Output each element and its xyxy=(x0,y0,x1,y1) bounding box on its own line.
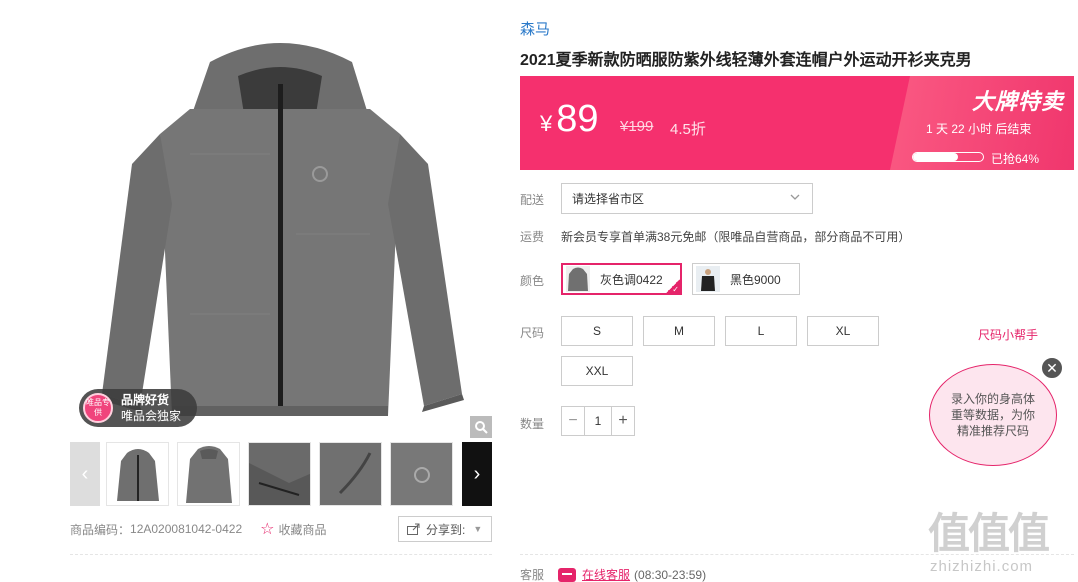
sold-progress-text: 已抢64% xyxy=(991,152,1040,166)
thumbnail-1[interactable] xyxy=(106,442,169,506)
sku-label: 商品编码： xyxy=(70,522,131,537)
brand-link[interactable]: 森马 xyxy=(520,18,550,39)
shipping-label: 运费 xyxy=(520,230,545,244)
size-option-xl[interactable]: XL xyxy=(807,316,879,346)
star-icon: ☆ xyxy=(260,521,275,538)
region-select-value: 请选择省市区 xyxy=(572,192,645,206)
currency-symbol: ¥ xyxy=(540,111,553,136)
price-value: 89 xyxy=(556,98,599,140)
site-watermark: 值值值 zhizhizhi.com xyxy=(928,500,1074,580)
thumbnail-4[interactable] xyxy=(319,442,382,506)
thumbnail-next-button[interactable]: › xyxy=(462,442,492,506)
sale-title: 大牌特卖 xyxy=(972,89,1065,114)
price-banner: ¥ 89 ¥199 4.5折 大牌特卖 1 天 22 小时 后结束 已抢64% xyxy=(520,76,1074,170)
original-price: ¥199 xyxy=(620,118,654,135)
product-title: 2021夏季新款防晒服防紫外线轻薄外套连帽户外运动开衫夹克男 xyxy=(520,52,972,69)
size-helper-bubble[interactable]: 录入你的身高体重等数据，为你精准推荐尺码 xyxy=(929,364,1057,466)
vip-exclusive-icon: 唯品专供 xyxy=(83,393,113,423)
color-label: 颜色 xyxy=(520,274,545,288)
caret-down-icon: ▼ xyxy=(473,524,483,534)
shipping-text: 新会员专享首单满38元免邮（限唯品自营商品，部分商品不可用） xyxy=(561,230,911,244)
quantity-stepper: − 1 + xyxy=(561,406,635,436)
delivery-label: 配送 xyxy=(520,193,545,207)
brand-exclusive-badge: 唯品专供 品牌好货 唯品会独家 xyxy=(79,389,197,427)
zoom-icon[interactable] xyxy=(470,416,492,438)
color-option-black[interactable]: 黑色9000 xyxy=(692,263,800,295)
thumbnail-strip: ‹ › xyxy=(70,442,492,506)
current-price: ¥ 89 xyxy=(540,98,599,141)
thumbnail-5[interactable] xyxy=(390,442,453,506)
quantity-label: 数量 xyxy=(520,417,545,431)
color-swatch-black xyxy=(696,266,720,292)
quantity-input[interactable]: 1 xyxy=(584,407,612,435)
countdown-timer: 1 天 22 小时 后结束 xyxy=(926,122,1032,136)
size-label: 尺码 xyxy=(520,326,545,340)
badge-title: 品牌好货 xyxy=(121,393,170,407)
chat-icon xyxy=(558,567,577,582)
color-option-label: 灰色调0422 xyxy=(600,272,663,287)
size-option-l[interactable]: L xyxy=(725,316,797,346)
size-helper-link[interactable]: 尺码小帮手 xyxy=(978,326,1038,343)
size-helper-text: 录入你的身高体重等数据，为你精准推荐尺码 xyxy=(950,392,1035,438)
region-select[interactable]: 请选择省市区 xyxy=(561,183,813,214)
online-service-link[interactable]: 在线客服 xyxy=(582,566,630,582)
color-swatch-gray xyxy=(566,266,590,292)
quantity-minus-button[interactable]: − xyxy=(562,407,584,435)
right-divider xyxy=(520,554,1074,555)
color-option-label: 黑色9000 xyxy=(730,272,781,287)
size-option-m[interactable]: M xyxy=(643,316,715,346)
watermark-url: zhizhizhi.com xyxy=(930,558,1034,575)
selected-check-icon: ✓ xyxy=(666,279,680,293)
close-icon[interactable]: ✕ xyxy=(1040,356,1064,380)
size-option-s[interactable]: S xyxy=(561,316,633,346)
service-hours: (08:30-23:59) xyxy=(634,567,707,582)
sold-progress-fill xyxy=(913,153,958,161)
thumbnail-prev-button[interactable]: ‹ xyxy=(70,442,100,506)
size-option-xxl[interactable]: XXL xyxy=(561,356,633,386)
customer-service-row: 客服 在线客服 (08:30-23:59) xyxy=(520,566,706,582)
badge-subtitle: 唯品会独家 xyxy=(121,409,182,423)
color-option-gray[interactable]: 灰色调0422 ✓ xyxy=(561,263,682,295)
quantity-plus-button[interactable]: + xyxy=(612,407,634,435)
favorite-label: 收藏商品 xyxy=(278,522,327,537)
sku-value: 12A020081042-0422 xyxy=(130,522,243,536)
watermark-logo: 值值值 xyxy=(928,510,1050,557)
share-label: 分享到: xyxy=(426,522,466,537)
chevron-down-icon xyxy=(790,192,800,205)
left-divider xyxy=(70,554,492,555)
share-dropdown[interactable]: 分享到: ▼ xyxy=(398,516,492,542)
product-meta-row: 商品编码： 12A020081042-0422 ☆ 收藏商品 分享到: ▼ xyxy=(70,516,492,542)
share-icon xyxy=(407,523,420,535)
thumbnail-3[interactable] xyxy=(248,442,311,506)
main-product-image[interactable] xyxy=(70,14,492,438)
favorite-button[interactable]: ☆ 收藏商品 xyxy=(260,519,326,539)
discount-rate: 4.5折 xyxy=(670,121,706,138)
service-label: 客服 xyxy=(520,568,545,582)
thumbnail-2[interactable] xyxy=(177,442,240,506)
sold-progress-bar xyxy=(912,152,984,162)
